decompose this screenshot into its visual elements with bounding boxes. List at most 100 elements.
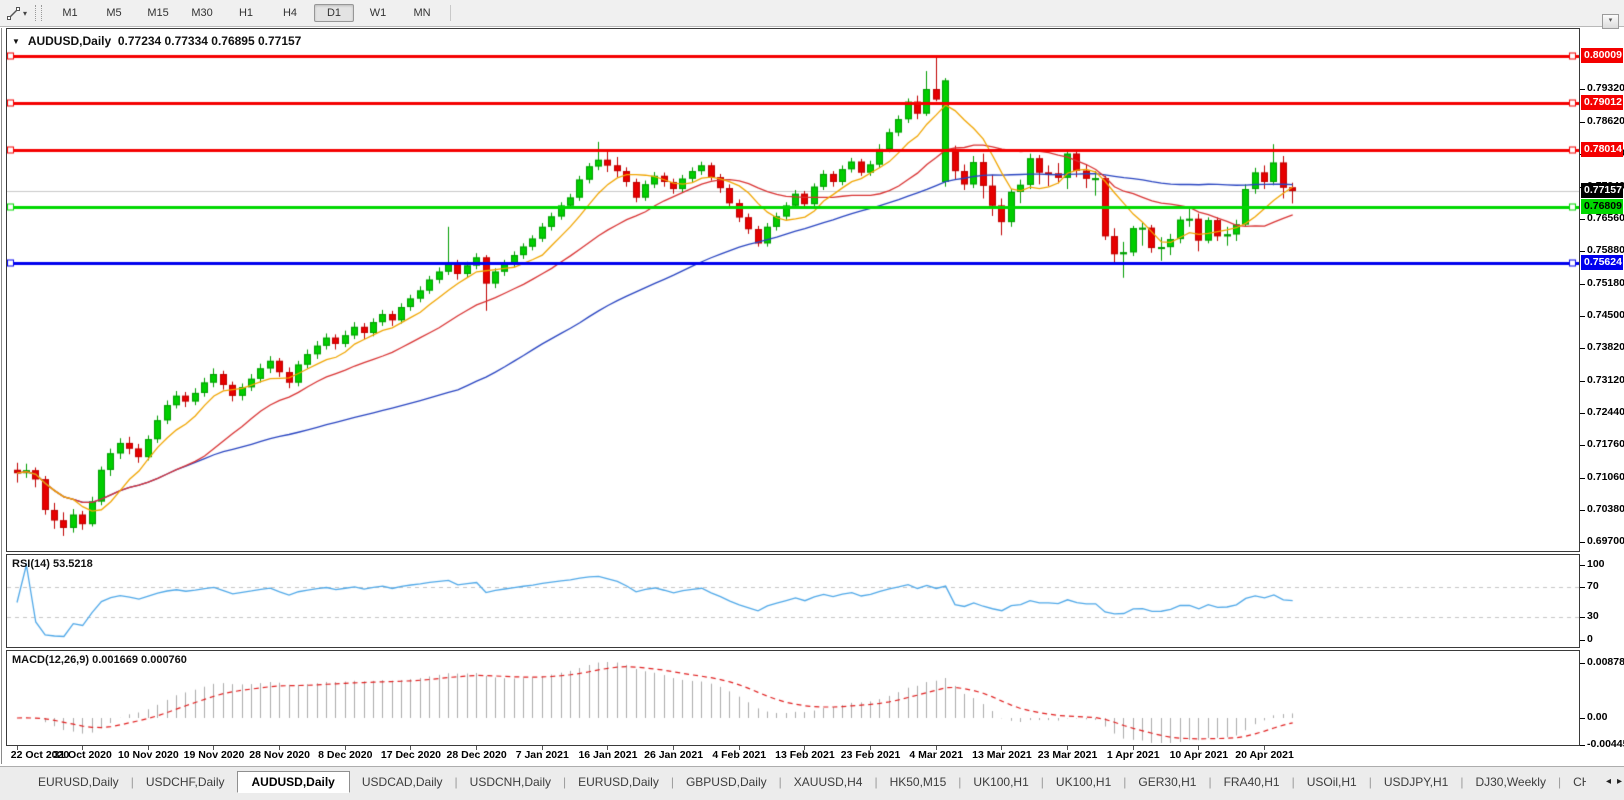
tab-uk100-h1[interactable]: UK100,H1 (1044, 772, 1123, 792)
price-axis-label-tick (1580, 381, 1585, 382)
macd-pane (6, 650, 1580, 746)
date-label: 23 Mar 2021 (1030, 749, 1106, 761)
toolbar-grip[interactable] (35, 5, 42, 21)
price-axis-label-tick (1580, 89, 1585, 90)
price-axis-label: 0.71060 (1587, 471, 1624, 484)
price-chart-pane (6, 28, 1580, 552)
chart-window-left-border (1, 28, 2, 764)
date-label: 10 Apr 2021 (1161, 749, 1237, 761)
tab-uk100-h1[interactable]: UK100,H1 (961, 772, 1040, 792)
hline-price-badge: 0.80009 (1581, 48, 1623, 63)
tab-fra40-h1[interactable]: FRA40,H1 (1212, 772, 1292, 792)
price-axis-label-tick (1580, 510, 1585, 511)
rsi-axis-label: 0 (1587, 633, 1593, 646)
rsi-canvas[interactable] (7, 555, 1579, 647)
timeframe-mn[interactable]: MN (402, 4, 442, 22)
tab-scroll-arrows: ◂ ▸ (1602, 775, 1622, 789)
rsi-value: 53.5218 (53, 558, 93, 570)
macd-axis-label-tick (1580, 718, 1585, 719)
chart-tab-bar: EURUSD,Daily|USDCHF,DailyAUDUSD,DailyUSD… (0, 766, 1624, 800)
macd-canvas[interactable] (7, 651, 1579, 745)
chart-ohlc-values: 0.77234 0.77334 0.76895 0.77157 (118, 34, 302, 48)
tab-xauusd-h4[interactable]: XAUUSD,H4 (782, 772, 875, 792)
date-label: 13 Feb 2021 (767, 749, 843, 761)
macd-label: MACD(12,26,9) 0.001669 0.000760 (12, 654, 187, 666)
date-label: 26 Jan 2021 (636, 749, 712, 761)
price-axis-label: 0.69700 (1587, 535, 1624, 548)
chart-symbol-period: AUDUSD,Daily (28, 34, 111, 48)
tab-scroll-right-icon[interactable]: ▸ (1617, 775, 1622, 789)
hline-price-badge: 0.78014 (1581, 142, 1623, 157)
line-study-icon[interactable] (3, 4, 23, 22)
timeframe-h4[interactable]: H4 (270, 4, 310, 22)
tab-scroll-left-icon[interactable]: ◂ (1606, 775, 1611, 789)
price-axis-label: 0.78620 (1587, 115, 1624, 128)
price-axis-label-tick (1580, 122, 1585, 123)
toolbar-overflow-button[interactable]: ▾ (1602, 14, 1619, 29)
date-label: 19 Nov 2020 (176, 749, 252, 761)
date-label: 8 Dec 2020 (307, 749, 383, 761)
tab-eurusd-daily[interactable]: EURUSD,Daily (26, 772, 131, 792)
timeframe-m5[interactable]: M5 (94, 4, 134, 22)
tab-usoil-h1[interactable]: USOil,H1 (1295, 772, 1369, 792)
rsi-axis-label-tick (1580, 617, 1585, 618)
date-label: 1 Apr 2021 (1095, 749, 1171, 761)
date-label: 31 Oct 2020 (45, 749, 121, 761)
rsi-axis-label: 30 (1587, 610, 1599, 623)
symbol-dropdown-icon[interactable]: ▼ (12, 37, 20, 46)
date-label: 28 Dec 2020 (439, 749, 515, 761)
date-label: 4 Feb 2021 (701, 749, 777, 761)
price-axis-label: 0.79320 (1587, 82, 1624, 95)
macd-axis-label: 0.008782 (1587, 656, 1624, 669)
rsi-label: RSI(14) 53.5218 (12, 558, 93, 570)
tab-usdchf-daily[interactable]: USDCHF,Daily (134, 772, 237, 792)
macd-axis-label-tick (1580, 745, 1585, 746)
timeframe-buttons: M1M5M15M30H1H4D1W1MN (48, 4, 444, 22)
price-axis-label: 0.70380 (1587, 503, 1624, 516)
date-label: 23 Feb 2021 (833, 749, 909, 761)
date-label: 20 Apr 2021 (1227, 749, 1303, 761)
price-axis-label: 0.73120 (1587, 374, 1624, 387)
hline-price-badge: 0.76809 (1581, 199, 1623, 214)
price-axis-label: 0.74500 (1587, 309, 1624, 322)
tab-gbpusd-daily[interactable]: GBPUSD,Daily (674, 772, 779, 792)
date-label: 17 Dec 2020 (373, 749, 449, 761)
price-axis-label-tick (1580, 219, 1585, 220)
rsi-pane (6, 554, 1580, 648)
tab-usdcad-daily[interactable]: USDCAD,Daily (350, 772, 455, 792)
price-chart-canvas[interactable] (7, 29, 1579, 551)
price-axis-label-tick (1580, 251, 1585, 252)
tab-china300-h1[interactable]: CHINA300,H1 (1561, 772, 1586, 792)
price-axis-label-tick (1580, 413, 1585, 414)
timeframe-w1[interactable]: W1 (358, 4, 398, 22)
timeframe-d1[interactable]: D1 (314, 4, 354, 22)
timeframe-h1[interactable]: H1 (226, 4, 266, 22)
rsi-axis-label: 100 (1587, 558, 1605, 571)
chart-tabs: EURUSD,Daily|USDCHF,DailyAUDUSD,DailyUSD… (26, 770, 1586, 793)
date-label: 28 Nov 2020 (242, 749, 318, 761)
timeframe-m30[interactable]: M30 (182, 4, 222, 22)
timeframe-m15[interactable]: M15 (138, 4, 178, 22)
tab-ger30-h1[interactable]: GER30,H1 (1126, 772, 1208, 792)
date-label: 7 Jan 2021 (504, 749, 580, 761)
price-axis-label-tick (1580, 284, 1585, 285)
price-axis-label: 0.72440 (1587, 406, 1624, 419)
tab-eurusd-daily[interactable]: EURUSD,Daily (566, 772, 671, 792)
line-study-caret-icon[interactable]: ▾ (23, 9, 27, 18)
tab-hk50-m15[interactable]: HK50,M15 (878, 772, 959, 792)
tab-dj30-weekly[interactable]: DJ30,Weekly (1463, 772, 1557, 792)
timeframe-m1[interactable]: M1 (50, 4, 90, 22)
hline-price-badge: 0.79012 (1581, 95, 1623, 110)
tab-usdcnh-daily[interactable]: USDCNH,Daily (458, 772, 563, 792)
price-axis-label-tick (1580, 348, 1585, 349)
toolbar-separator (450, 5, 451, 21)
macd-axis-label: -0.004451 (1587, 738, 1624, 751)
price-axis-label-tick (1580, 316, 1585, 317)
tab-audusd-daily[interactable]: AUDUSD,Daily (237, 771, 350, 793)
price-axis-label-tick (1580, 478, 1585, 479)
rsi-axis-label-tick (1580, 587, 1585, 588)
mt4-window: ▾ M1M5M15M30H1H4D1W1MN ▾ ▼ AUDUSD,Daily … (0, 0, 1624, 800)
price-axis-label-tick (1580, 445, 1585, 446)
price-axis-label: 0.73820 (1587, 341, 1624, 354)
tab-usdjpy-h1[interactable]: USDJPY,H1 (1372, 772, 1460, 792)
